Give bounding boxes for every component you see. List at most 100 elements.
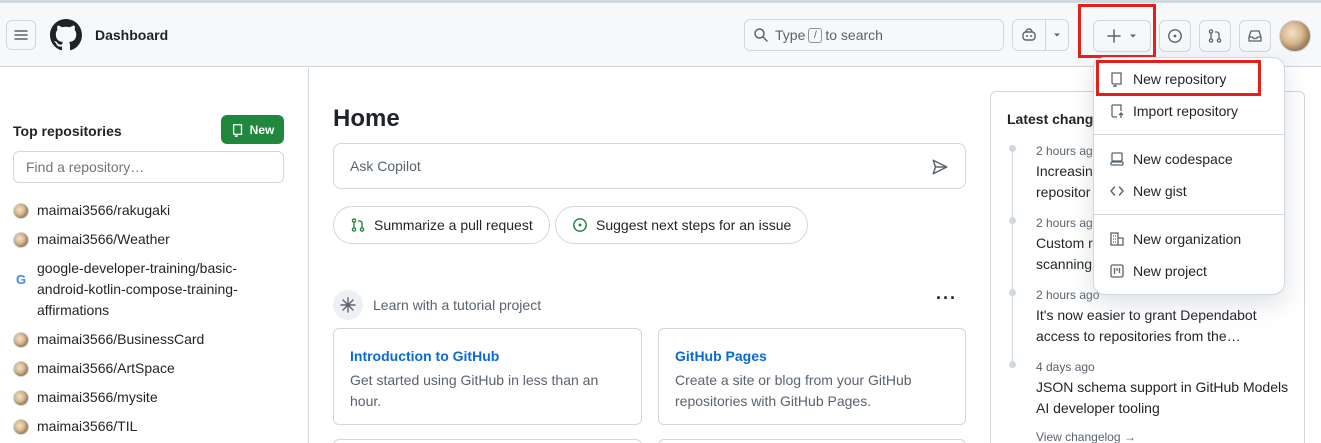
- timeline-line: [1012, 296, 1013, 362]
- changelog-headline-line: JSON schema support in GitHub Models: [1036, 379, 1289, 395]
- copilot-button[interactable]: [1013, 20, 1046, 50]
- repo-name: maimai3566/ArtSpace: [37, 360, 175, 376]
- github-logo-icon[interactable]: [50, 19, 82, 51]
- changelog-headline-line: Custom r: [1036, 235, 1093, 251]
- changelog-item[interactable]: 4 days ago JSON schema support in GitHub…: [1036, 359, 1288, 419]
- copilot-dropdown-button[interactable]: [1046, 20, 1068, 50]
- changelog-headline-line: AI developer tooling: [1036, 400, 1160, 416]
- tutorial-card[interactable]: GitHub Pages Create a site or blog from …: [658, 328, 966, 425]
- hamburger-menu-button[interactable]: [6, 20, 36, 50]
- menu-item-new-project[interactable]: New project: [1109, 261, 1207, 281]
- git-pull-request-icon: [350, 217, 366, 233]
- menu-item-label: Import repository: [1133, 103, 1239, 119]
- issue-opened-icon: [572, 217, 588, 233]
- view-changelog-link[interactable]: View changelog →: [1036, 430, 1136, 443]
- changelog-title: Latest change: [1007, 111, 1102, 127]
- owner-avatar: [13, 232, 29, 248]
- annotation-highlight-create-button: [1078, 4, 1156, 58]
- card-description-line: repositories with GitHub Pages.: [675, 393, 872, 409]
- card-description: Get started using GitHub in less than an…: [350, 370, 625, 412]
- changelog-headline-line: access to repositories from the…: [1036, 328, 1241, 344]
- codespace-icon: [1109, 151, 1125, 167]
- repo-name-line: android-kotlin-compose-training-: [37, 281, 238, 297]
- changelog-time: 2 hours ago: [1036, 216, 1100, 230]
- repo-list-item[interactable]: maimai3566/mysite: [13, 387, 158, 408]
- tutorial-section-header: Learn with a tutorial project: [333, 290, 541, 320]
- issue-opened-icon: [1167, 28, 1183, 44]
- repo-list-item[interactable]: maimai3566/Weather: [13, 229, 170, 250]
- git-pull-request-icon: [1207, 28, 1223, 44]
- suggest-next-steps-pill[interactable]: Suggest next steps for an issue: [555, 206, 809, 244]
- card-title[interactable]: GitHub Pages: [675, 348, 949, 364]
- changelog-time: 4 days ago: [1036, 360, 1095, 374]
- menu-item-label: New project: [1133, 263, 1207, 279]
- changelog-item[interactable]: 2 hours ago It's now easier to grant Dep…: [1036, 287, 1257, 347]
- timeline-line: [1012, 224, 1013, 290]
- code-icon: [1109, 183, 1125, 199]
- ask-copilot-input[interactable]: Ask Copilot: [333, 143, 966, 189]
- annotation-highlight-new-repository: [1096, 60, 1261, 96]
- search-prefix-text: Type: [775, 27, 806, 43]
- changelog-item[interactable]: 2 hours ago Custom r scanning: [1036, 215, 1099, 275]
- changelog-headline-line: Increasing: [1036, 163, 1101, 179]
- tutorial-section-label: Learn with a tutorial project: [373, 297, 542, 313]
- top-repositories-heading: Top repositories: [13, 123, 122, 139]
- repo-name: maimai3566/rakugaki: [37, 202, 171, 218]
- pull-requests-button[interactable]: [1199, 20, 1231, 52]
- repo-list-item[interactable]: G google-developer-training/basic- andro…: [13, 258, 238, 321]
- repo-name: maimai3566/Weather: [37, 231, 170, 247]
- menu-item-new-codespace[interactable]: New codespace: [1109, 149, 1233, 169]
- copilot-icon: [1021, 27, 1037, 43]
- repo-name: maimai3566/TIL: [37, 418, 138, 434]
- send-icon[interactable]: [931, 158, 949, 176]
- google-logo-icon: G: [15, 271, 27, 287]
- search-icon: [753, 27, 769, 43]
- tutorial-card-partial: [333, 439, 642, 443]
- hamburger-icon: [13, 27, 29, 43]
- pill-label: Summarize a pull request: [374, 217, 533, 233]
- menu-item-import-repository[interactable]: Import repository: [1109, 101, 1238, 121]
- page-context-title[interactable]: Dashboard: [95, 27, 168, 43]
- inbox-icon: [1247, 28, 1263, 44]
- repo-icon: [231, 123, 245, 137]
- repo-list-item[interactable]: maimai3566/rakugaki: [13, 200, 170, 221]
- project-icon: [1109, 263, 1125, 279]
- user-avatar[interactable]: [1279, 20, 1311, 52]
- repo-list-item[interactable]: maimai3566/ArtSpace: [13, 358, 175, 379]
- tutorial-card[interactable]: Introduction to GitHub Get started using…: [333, 328, 642, 425]
- new-repository-button[interactable]: New: [221, 115, 284, 144]
- repo-list-item[interactable]: maimai3566/BusinessCard: [13, 329, 204, 350]
- owner-avatar: [13, 203, 29, 219]
- changelog-item[interactable]: 2 hours ago Increasing repositor: [1036, 143, 1101, 203]
- import-icon: [1109, 103, 1125, 119]
- card-description-line: Create a site or blog from your GitHub: [675, 372, 912, 388]
- inbox-button[interactable]: [1239, 20, 1271, 52]
- repo-name: maimai3566/mysite: [37, 389, 158, 405]
- repo-name-line: affirmations: [37, 302, 110, 318]
- card-description: Create a site or blog from your GitHub r…: [675, 370, 949, 412]
- timeline-dot: [1009, 145, 1016, 152]
- owner-avatar: [13, 361, 29, 377]
- repo-name-line: google-developer-training/basic-: [37, 260, 238, 276]
- copilot-button-group: [1012, 19, 1069, 51]
- repo-list-item[interactable]: maimai3566/TIL: [13, 416, 137, 437]
- changelog-headline-line: scanning: [1036, 256, 1093, 272]
- search-suffix-text: to search: [825, 27, 883, 43]
- issues-button[interactable]: [1159, 20, 1191, 52]
- menu-item-new-gist[interactable]: New gist: [1109, 181, 1187, 201]
- search-bar[interactable]: Type / to search: [744, 19, 1004, 51]
- triangle-down-icon: [1053, 31, 1061, 39]
- card-description-line: hour.: [350, 393, 382, 409]
- kebab-horizontal-icon[interactable]: ···: [936, 288, 957, 309]
- menu-divider: [1094, 134, 1284, 135]
- menu-item-new-organization[interactable]: New organization: [1109, 229, 1241, 249]
- card-description-line: Get started using GitHub in less than an: [350, 372, 599, 388]
- owner-avatar: [13, 419, 29, 435]
- summarize-pull-request-pill[interactable]: Summarize a pull request: [333, 206, 550, 244]
- owner-avatar: [13, 332, 29, 348]
- page-title: Home: [333, 105, 400, 132]
- menu-divider: [1094, 214, 1284, 215]
- new-button-label: New: [249, 122, 275, 137]
- card-title[interactable]: Introduction to GitHub: [350, 348, 625, 364]
- find-repository-input[interactable]: [13, 151, 284, 183]
